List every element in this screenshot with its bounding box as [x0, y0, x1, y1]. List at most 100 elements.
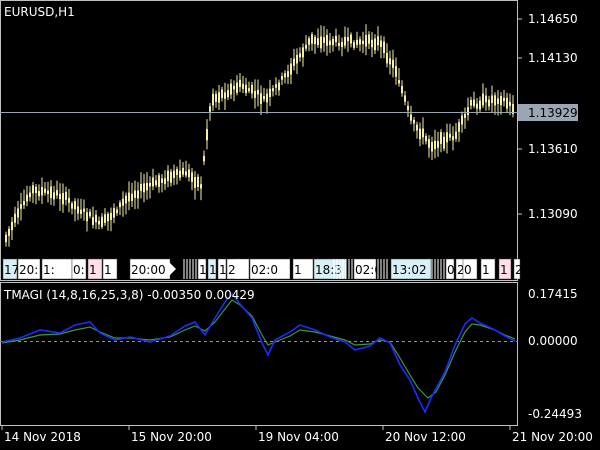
- event-label-text[interactable]: 2: [228, 263, 236, 277]
- candle-body: [209, 106, 211, 112]
- candle-body: [11, 221, 13, 231]
- candle-body: [86, 212, 88, 222]
- candle-body: [152, 177, 154, 187]
- candle-body: [419, 128, 421, 140]
- candle-body: [65, 191, 67, 200]
- candle-body: [38, 191, 40, 197]
- indicator-axis: 0.17415 0.00000 -0.24493: [528, 287, 582, 421]
- candle-body: [14, 213, 16, 223]
- candle-body: [338, 42, 340, 46]
- candle-body: [23, 201, 25, 206]
- event-label-text[interactable]: 1:: [43, 263, 55, 277]
- candle-body: [272, 88, 274, 92]
- candle-body: [389, 58, 391, 65]
- event-label-text[interactable]: 18:3: [315, 263, 342, 277]
- candle-body: [509, 101, 511, 107]
- candle-body: [197, 176, 199, 187]
- candle-body: [422, 128, 424, 138]
- event-label-text[interactable]: 1: [219, 263, 227, 277]
- price-tick-label: 1.14650: [528, 12, 578, 26]
- candle-body: [134, 190, 136, 198]
- candle-body: [221, 89, 223, 99]
- trading-chart[interactable]: 17:20: 1: 0: 1 1 20:00 1 1 1 2 02:0 1 18:3 02:0 13:02 0…: [0, 0, 600, 450]
- indicator-label: TMAGI (14,8,16,25,3,8) -0.00350 0.00429: [3, 288, 255, 302]
- candle-body: [296, 54, 298, 64]
- event-label-text[interactable]: 1: [89, 263, 97, 277]
- candle-body: [350, 34, 352, 44]
- candle-body: [164, 178, 166, 185]
- candle-body: [56, 190, 58, 196]
- candle-body: [155, 180, 157, 186]
- candle-body: [341, 41, 343, 48]
- candle-body: [362, 40, 364, 45]
- candle-body: [257, 89, 259, 95]
- candle-body: [344, 36, 346, 46]
- event-labels-strip[interactable]: 17:20: 1: 0: 1 1 20:00 1 1 1 2 02:0 1 18:3 02:0 13:02 0…: [2, 258, 523, 280]
- candle-body: [224, 92, 226, 99]
- event-chevron-icon: [168, 261, 176, 277]
- event-label-text[interactable]: 1: [209, 263, 217, 277]
- candle-body: [35, 186, 37, 194]
- candle-body: [314, 37, 316, 45]
- candle-body: [284, 73, 286, 78]
- candle-body: [458, 122, 460, 132]
- candle-body: [299, 53, 301, 58]
- candle-body: [494, 95, 496, 106]
- indicator-tick-label: -0.24493: [528, 407, 582, 421]
- candle-body: [215, 93, 217, 102]
- candle-body: [488, 99, 490, 107]
- event-label-text[interactable]: 02:0: [251, 263, 278, 277]
- event-label-text[interactable]: 1: [104, 263, 112, 277]
- candle-body: [425, 136, 427, 142]
- candle-body: [74, 201, 76, 210]
- candle-body: [413, 119, 415, 124]
- candle-body: [290, 63, 292, 75]
- candle-body: [233, 85, 235, 90]
- event-label-text[interactable]: 13:02: [392, 263, 427, 277]
- candle-body: [119, 202, 121, 208]
- candle-body: [41, 187, 43, 196]
- candle-body: [188, 169, 190, 178]
- event-label-text[interactable]: 1: [482, 263, 490, 277]
- event-label-text[interactable]: 1: [199, 263, 207, 277]
- candle-body: [248, 88, 250, 92]
- candle-body: [368, 34, 370, 44]
- candle-body: [104, 214, 106, 223]
- candle-body: [95, 214, 97, 223]
- event-label-text[interactable]: 1: [500, 263, 508, 277]
- candle-body: [473, 99, 475, 107]
- event-label-text[interactable]: 20:00: [131, 263, 166, 277]
- candle-body: [194, 176, 196, 188]
- event-label-text[interactable]: 0:: [73, 263, 85, 277]
- price-tick-label: 1.14130: [528, 51, 578, 65]
- symbol-label: EURUSD,H1: [4, 5, 75, 19]
- event-label-text[interactable]: 1: [294, 263, 302, 277]
- candle-body: [128, 192, 130, 202]
- candle-body: [479, 100, 481, 110]
- candle-body: [353, 42, 355, 48]
- event-label-text[interactable]: 0: [447, 263, 455, 277]
- candle-body: [320, 36, 322, 49]
- candle-body: [311, 34, 313, 44]
- event-label-text[interactable]: 0: [464, 263, 472, 277]
- event-label-text[interactable]: 20:: [19, 263, 38, 277]
- candle-body: [383, 41, 385, 54]
- candle-body: [116, 209, 118, 214]
- candle-body: [71, 203, 73, 209]
- candle-body: [179, 170, 181, 178]
- candle-body: [161, 178, 163, 183]
- candle-body: [89, 211, 91, 217]
- candle-body: [125, 195, 127, 204]
- candle-body: [407, 105, 409, 111]
- candle-body: [278, 82, 280, 91]
- candle-body: [500, 96, 502, 106]
- candle-body: [302, 47, 304, 58]
- candle-body: [398, 80, 400, 84]
- event-label-text[interactable]: 2: [515, 263, 523, 277]
- candle-body: [329, 40, 331, 46]
- candle-body: [167, 170, 169, 182]
- time-tick-label: 21 Nov 20:00: [512, 430, 593, 444]
- candle-body: [332, 38, 334, 46]
- time-tick-label: 14 Nov 2018: [4, 430, 81, 444]
- candle-body: [356, 39, 358, 45]
